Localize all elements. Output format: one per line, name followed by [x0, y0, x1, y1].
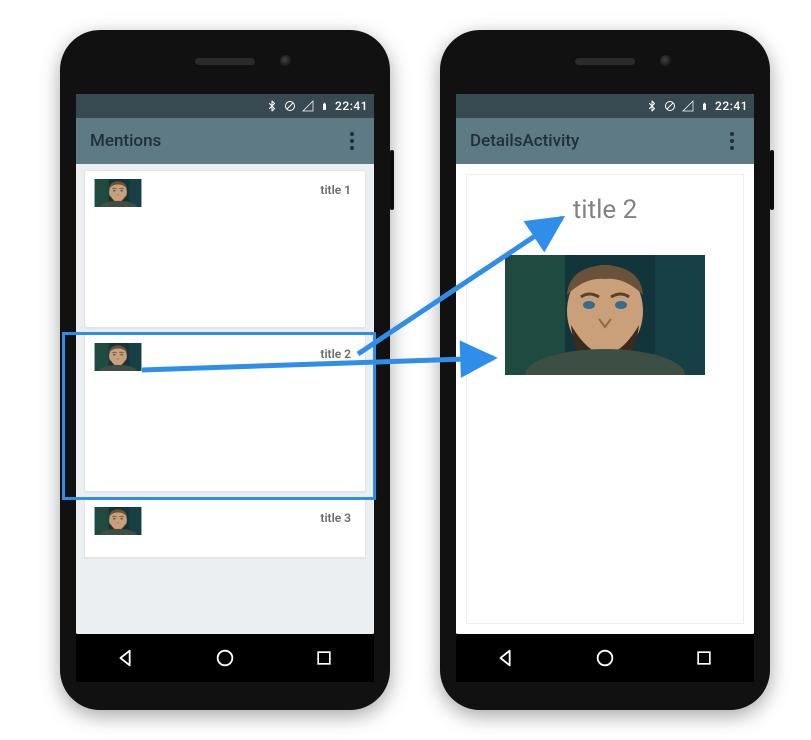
home-button[interactable]: [583, 636, 627, 680]
do-not-disturb-icon: [284, 100, 296, 112]
detail-image: [501, 255, 709, 375]
app-bar: Mentions: [76, 118, 374, 164]
recent-apps-button[interactable]: [302, 636, 346, 680]
do-not-disturb-icon: [664, 100, 676, 112]
page-title: DetailsActivity: [470, 131, 579, 151]
detail-card: title 2: [466, 174, 744, 624]
phone-frame-right: 22:41 DetailsActivity title 2: [440, 30, 770, 710]
back-button[interactable]: [104, 636, 148, 680]
list-item-title: title 1: [320, 183, 351, 197]
status-time: 22:41: [335, 99, 368, 113]
list-item-thumbnail: [93, 507, 143, 535]
bluetooth-icon: [266, 100, 278, 112]
battery-icon: [700, 100, 709, 113]
overflow-menu-icon[interactable]: [720, 129, 744, 153]
recent-apps-button[interactable]: [682, 636, 726, 680]
phone-camera: [660, 55, 672, 67]
back-button[interactable]: [484, 636, 528, 680]
android-nav-bar: [456, 634, 754, 682]
android-nav-bar: [76, 634, 374, 682]
list-item[interactable]: title 3: [84, 498, 366, 558]
bluetooth-icon: [646, 100, 658, 112]
signal-icon: [682, 100, 694, 112]
phone-camera: [280, 55, 292, 67]
app-bar: DetailsActivity: [456, 118, 754, 164]
list-item-thumbnail: [93, 343, 143, 371]
battery-icon: [320, 100, 329, 113]
status-bar: 22:41: [456, 94, 754, 118]
detail-content: title 2: [456, 164, 754, 634]
list-content: title 1 title 2 title 3: [76, 164, 374, 634]
screen-left: 22:41 Mentions title 1 title 2 title 3: [76, 94, 374, 634]
overflow-menu-icon[interactable]: [340, 129, 364, 153]
detail-title: title 2: [467, 195, 743, 225]
list-item[interactable]: title 1: [84, 170, 366, 328]
home-button[interactable]: [203, 636, 247, 680]
phone-speaker: [195, 58, 255, 65]
page-title: Mentions: [90, 131, 161, 151]
status-time: 22:41: [715, 99, 748, 113]
list-item[interactable]: title 2: [84, 334, 366, 492]
phone-frame-left: 22:41 Mentions title 1 title 2 title 3: [60, 30, 390, 710]
list-item-thumbnail: [93, 179, 143, 207]
status-bar: 22:41: [76, 94, 374, 118]
signal-icon: [302, 100, 314, 112]
screen-right: 22:41 DetailsActivity title 2: [456, 94, 754, 634]
phone-speaker: [575, 58, 635, 65]
list-item-title: title 3: [320, 511, 351, 525]
list-item-title: title 2: [320, 347, 351, 361]
